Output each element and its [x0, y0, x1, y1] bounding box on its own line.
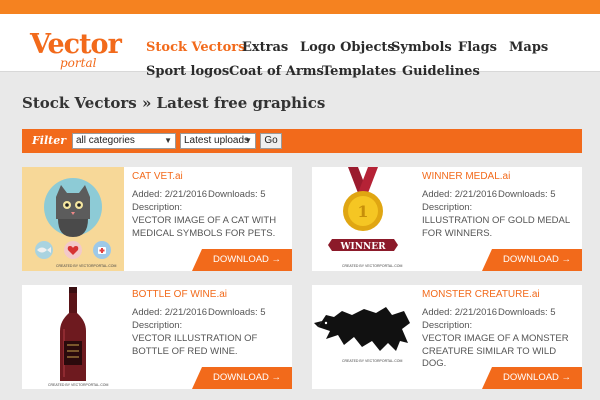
nav-flags[interactable]: Flags [458, 40, 497, 56]
description-text: VECTOR IMAGE OF A MONSTER CREATURE SIMIL… [422, 333, 569, 369]
description-text: VECTOR IMAGE OF A CAT WITH MEDICAL SYMBO… [132, 215, 277, 239]
nav-logo-objects[interactable]: Logo Objects [300, 40, 395, 56]
description-label: Description: [422, 320, 473, 331]
vector-card: CREATED BY VECTORPORTAL.COM CAT VET.ai A… [22, 167, 292, 271]
site-header: Vector portal Stock Vectors Extras Logo … [0, 14, 600, 79]
added-date: Added: 2/21/2016 [422, 189, 498, 200]
thumbnail-credit: CREATED BY VECTORPORTAL.COM [56, 264, 117, 268]
download-button[interactable]: DOWNLOAD → [482, 249, 582, 271]
filter-label: Filter [32, 134, 67, 147]
description-label: Description: [132, 202, 183, 213]
description-label: Description: [132, 320, 183, 331]
card-meta: Added: 2/21/2016 Downloads: 5 [422, 189, 556, 200]
download-count: Downloads: 5 [498, 189, 556, 200]
download-button[interactable]: DOWNLOAD → [192, 367, 292, 389]
download-button[interactable]: DOWNLOAD → [192, 249, 292, 271]
nav-maps[interactable]: Maps [509, 40, 548, 56]
chevron-down-icon: ▼ [164, 136, 172, 145]
go-button[interactable]: Go [260, 133, 282, 149]
nav-templates[interactable]: Templates [322, 64, 396, 80]
vector-card: 1 WINNER CREATED BY VECTORPORTAL.COM WIN… [312, 167, 582, 271]
monster-creature-illustration [314, 307, 410, 351]
cat-vet-thumbnail[interactable]: CREATED BY VECTORPORTAL.COM [22, 167, 124, 271]
card-title-link[interactable]: BOTTLE OF WINE.ai [132, 289, 227, 300]
cat-vet-illustration [35, 178, 111, 259]
vector-card: CREATED BY VECTORPORTAL.COM MONSTER CREA… [312, 285, 582, 389]
download-count: Downloads: 5 [208, 189, 266, 200]
description-text: ILLUSTRATION OF GOLD MEDAL FOR WINNERS. [422, 215, 570, 239]
card-title-link[interactable]: WINNER MEDAL.ai [422, 171, 510, 182]
download-count: Downloads: 5 [208, 307, 266, 318]
wine-bottle-illustration [60, 287, 86, 381]
page-title: Stock Vectors » Latest free graphics [22, 94, 326, 112]
ribbon-text: WINNER [339, 242, 386, 252]
nav-sport-logos[interactable]: Sport logos [146, 64, 229, 80]
sort-select-value: Latest uploads [184, 135, 250, 146]
added-date: Added: 2/21/2016 [132, 189, 208, 200]
card-title-link[interactable]: MONSTER CREATURE.ai [422, 289, 540, 300]
top-accent-bar [0, 0, 600, 14]
nav-stock-vectors[interactable]: Stock Vectors [146, 40, 245, 56]
winner-medal-thumbnail[interactable]: 1 WINNER CREATED BY VECTORPORTAL.COM [312, 167, 414, 271]
monster-creature-thumbnail[interactable]: CREATED BY VECTORPORTAL.COM [312, 285, 414, 389]
logo-subtitle: portal [60, 56, 97, 70]
thumbnail-credit: CREATED BY VECTORPORTAL.COM [342, 264, 403, 268]
download-count: Downloads: 5 [498, 307, 556, 318]
wine-bottle-thumbnail[interactable]: CREATED BY VECTORPORTAL.COM [22, 285, 124, 389]
nav-guidelines[interactable]: Guidelines [402, 64, 480, 80]
site-logo[interactable]: Vector portal [30, 30, 122, 76]
chevron-down-icon: ▼ [244, 136, 252, 145]
download-button[interactable]: DOWNLOAD → [482, 367, 582, 389]
sort-select[interactable]: Latest uploads ▼ [180, 133, 256, 149]
medal-number: 1 [357, 202, 368, 221]
card-meta: Added: 2/21/2016 Downloads: 5 [132, 307, 266, 318]
card-title-link[interactable]: CAT VET.ai [132, 171, 183, 182]
description-text: VECTOR ILLUSTRATION OF BOTTLE OF RED WIN… [132, 333, 258, 357]
thumbnail-credit: CREATED BY VECTORPORTAL.COM [342, 359, 403, 363]
card-meta: Added: 2/21/2016 Downloads: 5 [422, 307, 556, 318]
category-select[interactable]: all categories ▼ [72, 133, 176, 149]
thumbnail-credit: CREATED BY VECTORPORTAL.COM [48, 383, 109, 387]
nav-symbols[interactable]: Symbols [391, 40, 452, 56]
gold-medal-illustration: 1 WINNER [328, 167, 398, 252]
nav-coat-of-arms[interactable]: Coat of Arms [229, 64, 324, 80]
category-select-value: all categories [76, 135, 135, 146]
description-label: Description: [422, 202, 473, 213]
added-date: Added: 2/21/2016 [422, 307, 498, 318]
nav-extras[interactable]: Extras [242, 40, 288, 56]
vector-card: CREATED BY VECTORPORTAL.COM BOTTLE OF WI… [22, 285, 292, 389]
filter-bar: Filter all categories ▼ Latest uploads ▼… [22, 129, 582, 153]
card-meta: Added: 2/21/2016 Downloads: 5 [132, 189, 266, 200]
added-date: Added: 2/21/2016 [132, 307, 208, 318]
